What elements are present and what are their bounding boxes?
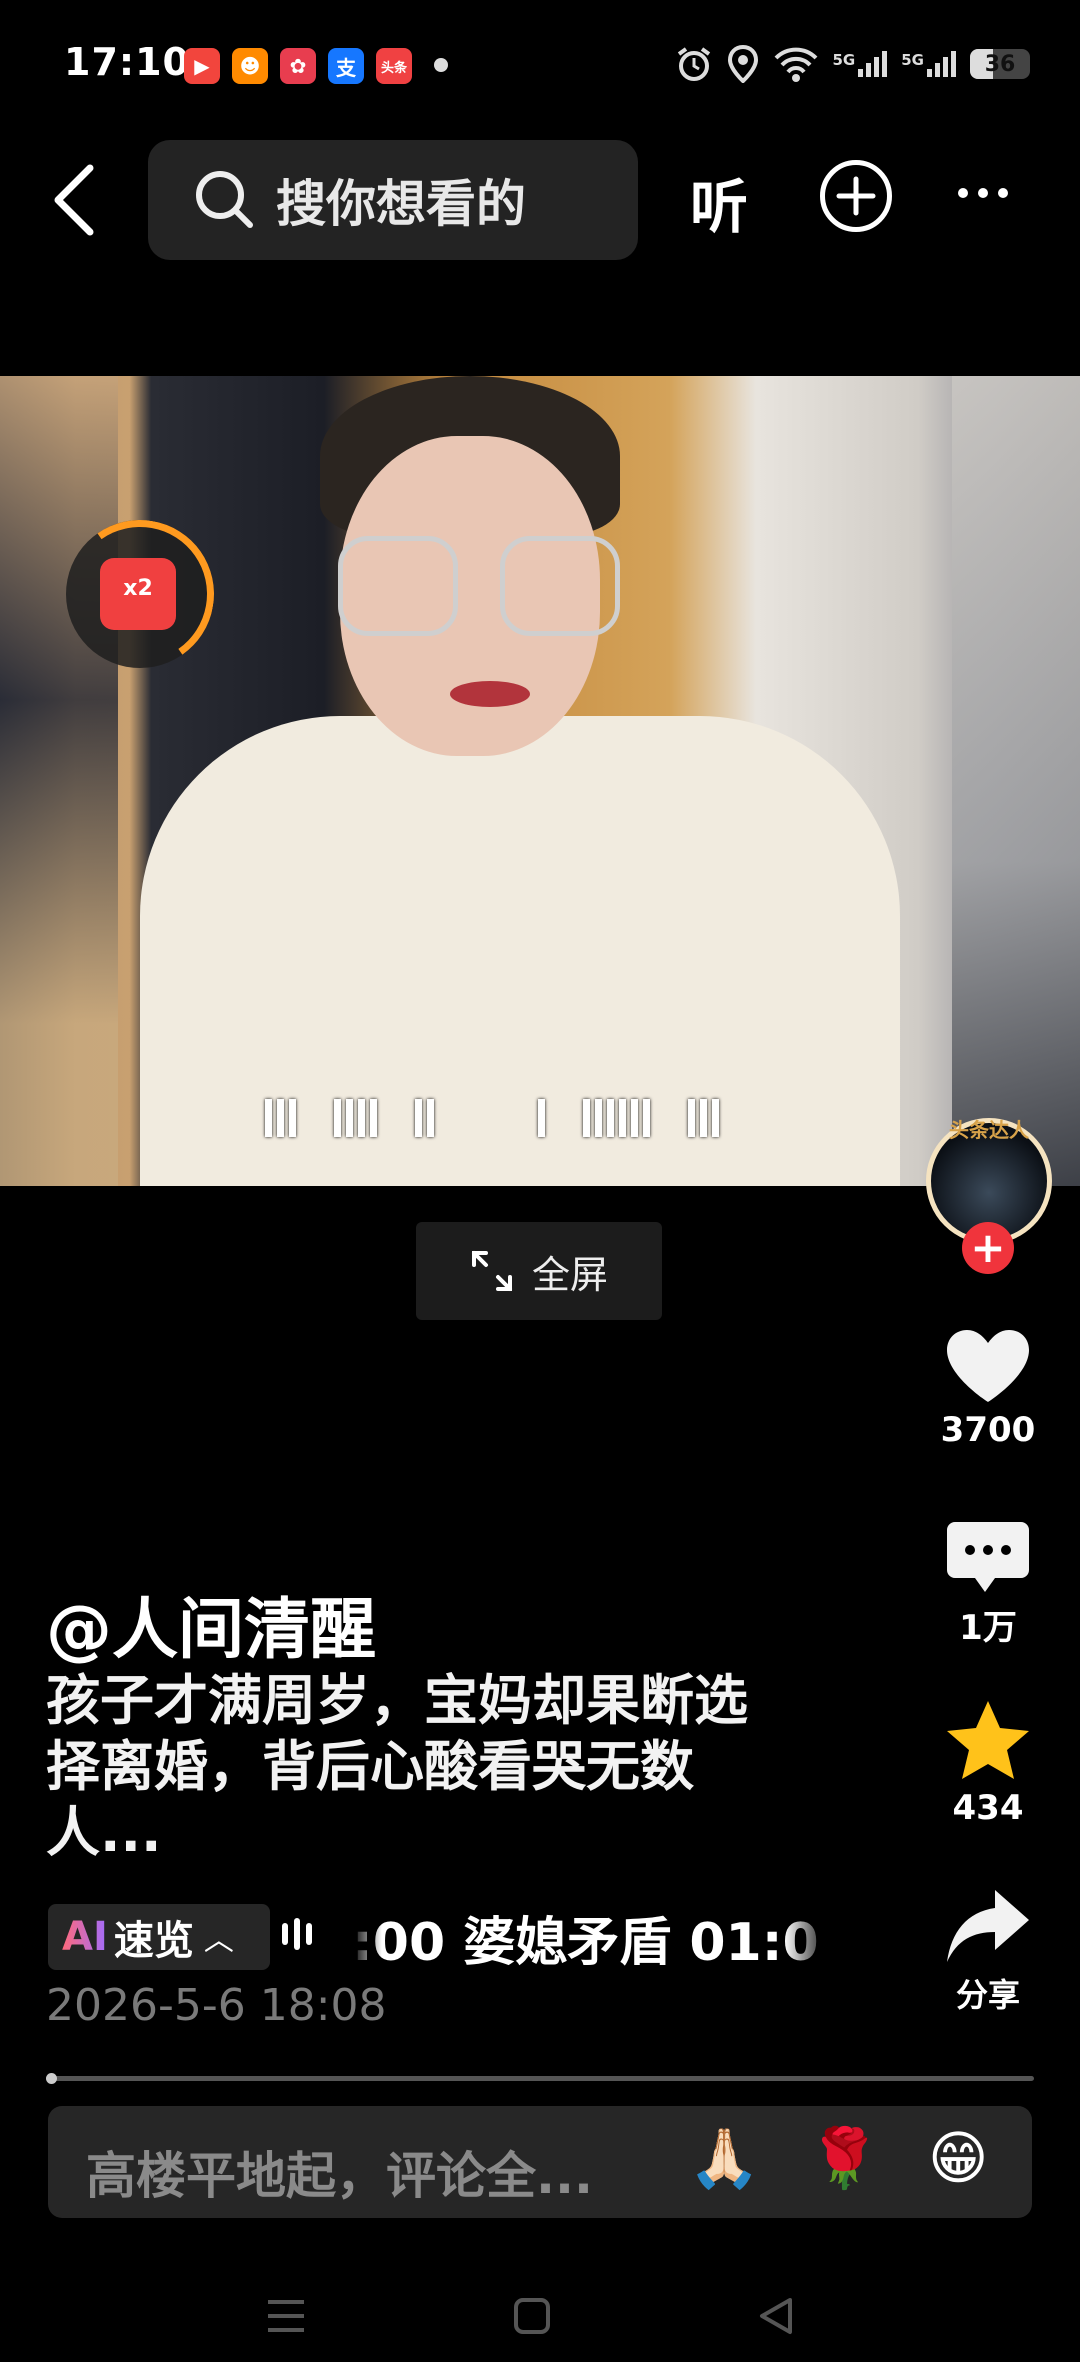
- signal-2-icon: 5G: [901, 51, 956, 77]
- share-action[interactable]: 分享: [928, 1886, 1048, 2016]
- game-app-icon: ✿: [280, 48, 316, 84]
- alipay-icon: 支: [328, 48, 364, 84]
- audio-wave-icon: [282, 1918, 312, 1950]
- alarm-icon: [677, 47, 710, 81]
- listen-button[interactable]: 听: [690, 160, 748, 244]
- video-progress-bar[interactable]: [46, 2076, 1034, 2081]
- redpacket-multiplier: x2: [123, 576, 153, 601]
- search-placeholder: 搜你想看的: [276, 175, 526, 233]
- post-timestamp: 2026-5-6 18:08: [46, 1980, 387, 2031]
- fullscreen-label: 全屏: [531, 1252, 608, 1297]
- more-button[interactable]: [958, 188, 1008, 198]
- network-type-1: 5G: [832, 51, 856, 69]
- search-icon: [196, 171, 253, 228]
- avatar-badge: 头条达人: [949, 1118, 1029, 1142]
- video-app-icon: ▶: [184, 48, 220, 84]
- shop-app-icon: ☻: [232, 48, 268, 84]
- system-nav-bar: [0, 2270, 1080, 2362]
- location-icon: [727, 45, 758, 83]
- search-box[interactable]: 搜你想看的: [148, 140, 638, 260]
- emoji-rose-button[interactable]: 🌹: [808, 2124, 880, 2193]
- subtitle-redacted: [265, 1096, 805, 1140]
- star-icon: [947, 1701, 1029, 1779]
- favorite-count: 434: [952, 1788, 1024, 1828]
- fullscreen-button[interactable]: 全屏: [416, 1222, 662, 1320]
- favorite-action[interactable]: 434: [928, 1698, 1048, 1828]
- back-button[interactable]: [46, 160, 106, 240]
- share-label: 分享: [955, 1976, 1020, 2014]
- status-time: 17:10: [64, 40, 190, 84]
- video-figure-lips: [450, 681, 530, 707]
- caption-line-1: 孩子才满周岁，宝妈却果断选: [46, 1669, 748, 1732]
- like-action[interactable]: 3700: [928, 1326, 1048, 1450]
- wifi-icon: [774, 47, 817, 82]
- toutiao-icon: 头条: [376, 48, 412, 84]
- expand-icon: [471, 1251, 512, 1291]
- follow-button[interactable]: +: [962, 1222, 1014, 1274]
- comment-placeholder[interactable]: 高楼平地起，评论全...: [86, 2136, 593, 2208]
- status-indicators: 5G 5G 36: [675, 44, 1030, 84]
- add-button[interactable]: [820, 160, 892, 232]
- caption-line-3: 人...: [46, 1801, 162, 1864]
- ai-summary-label: 速览: [113, 1918, 194, 1964]
- comment-icon: [947, 1522, 1029, 1592]
- ai-summary-button[interactable]: AI 速览 ︿: [48, 1904, 270, 1970]
- video-blur-left: [0, 376, 118, 1186]
- share-icon: [947, 1890, 1029, 1962]
- home-nav-icon[interactable]: [512, 2296, 552, 2336]
- video-figure-glasses-right: [500, 536, 620, 636]
- video-progress-knob[interactable]: [46, 2073, 57, 2084]
- back-nav-icon[interactable]: [756, 2296, 796, 2336]
- heart-icon: [947, 1330, 1029, 1402]
- chapter-marquee[interactable]: :00 婆媳矛盾 01:0: [352, 1900, 832, 1975]
- like-count: 3700: [940, 1410, 1036, 1450]
- video-blur-right: [952, 376, 1080, 1186]
- signal-1-icon: 5G: [833, 51, 888, 77]
- more-notifications-dot: [434, 58, 448, 72]
- emoji-pray-button[interactable]: 🙏🏻: [688, 2124, 760, 2193]
- caption-line-2: 择离婚，背后心酸看哭无数: [46, 1735, 694, 1798]
- comment-count: 1万: [959, 1608, 1017, 1648]
- battery-level: 36: [984, 51, 1016, 77]
- battery-icon: 36: [970, 49, 1030, 79]
- chevron-left-icon: [54, 164, 94, 236]
- comment-action[interactable]: 1万: [928, 1518, 1048, 1649]
- chevron-up-icon: ︿: [203, 1923, 234, 1958]
- post-caption[interactable]: 孩子才满周岁，宝妈却果断选 择离婚，背后心酸看哭无数 人...: [46, 1668, 826, 1866]
- ai-prefix: AI: [62, 1914, 108, 1960]
- emoji-grin-button[interactable]: 😁: [928, 2124, 988, 2192]
- plus-icon: [836, 176, 876, 216]
- video-figure-glasses-left: [338, 536, 458, 636]
- redpacket-timer-button[interactable]: x2: [54, 508, 226, 680]
- menu-nav-icon[interactable]: [266, 2296, 306, 2336]
- video-player[interactable]: [0, 376, 1080, 1186]
- author-name[interactable]: @人间清醒: [46, 1576, 376, 1672]
- network-type-2: 5G: [901, 51, 924, 69]
